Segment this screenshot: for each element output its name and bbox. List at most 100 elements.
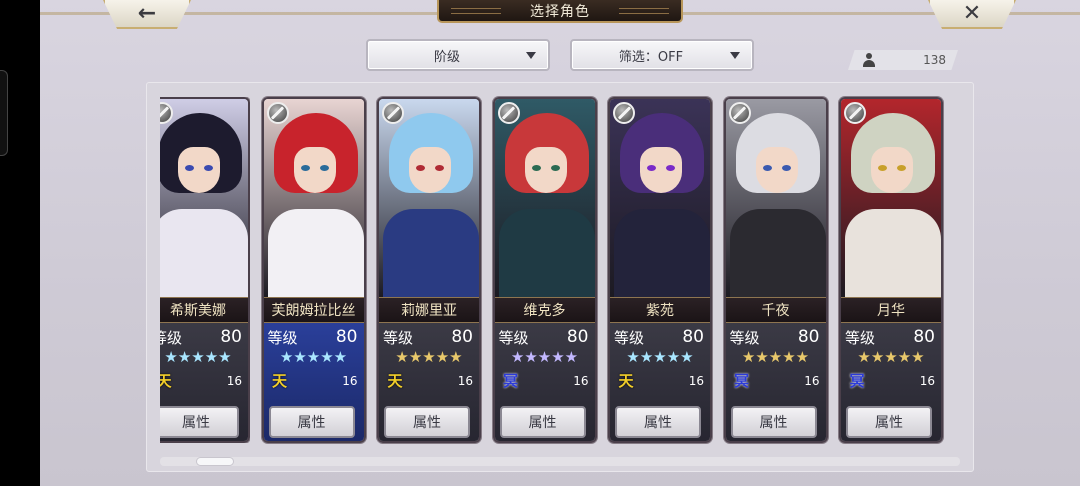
portrait-body [498,209,595,299]
rarity-stars: ★★★★★ [279,348,348,366]
character-portrait[interactable] [379,99,479,299]
scrollbar-track[interactable] [160,457,960,466]
level-value: 80 [335,327,358,347]
attributes-button[interactable]: 属性 [730,406,817,438]
level-label: 等级 [845,329,876,347]
sword-icon [266,102,289,124]
sword-icon [844,102,866,124]
attributes-button[interactable]: 属性 [499,406,586,438]
rarity-stars: ★★★★★ [857,348,925,366]
portrait-body [614,209,710,299]
portrait-face [524,147,567,193]
portrait-body [267,209,364,299]
character-card[interactable]: 紫苑 等级 80 ★★★★★ 天 16 属性 [608,97,712,443]
sword-icon [728,102,751,124]
level-row: 等级 80 [614,327,704,348]
level-label: 等级 [729,329,760,347]
character-card[interactable]: 月华 等级 80 ★★★★★ 冥 16 属性 [839,97,943,443]
level-label: 等级 [614,329,645,347]
element-icon: 冥 [849,371,865,390]
sword-icon [497,102,520,124]
portrait-face [640,147,682,193]
element-row: 天 16 [616,372,704,390]
level-row: 等级 80 [845,327,935,348]
cost-value: 16 [688,374,704,388]
portrait-eye [531,165,541,171]
portrait-eye [878,165,887,171]
game-screen: ← 选择角色 ✕ 阶级 筛选：OFF 138 希斯美娜 等级 80 ★★★★★ … [0,0,1080,486]
portrait-eye [319,165,329,171]
element-row: 冥 16 [847,372,935,390]
attributes-button[interactable]: 属性 [615,406,701,438]
scrollbar-thumb[interactable] [196,457,234,466]
level-row: 等级 80 [152,327,242,348]
sword-icon [613,102,635,124]
character-card-list: 希斯美娜 等级 80 ★★★★★ 天 16 属性 芙朗姆拉比丝 等级 80 ★★… [0,0,1080,486]
sword-icon [160,102,173,124]
element-row: 天 16 [385,372,473,390]
portrait-eye [762,165,772,171]
portrait-body [729,209,826,299]
character-card[interactable]: 维克多 等级 80 ★★★★★ 冥 16 属性 [492,97,597,443]
element-row: 冥 16 [501,372,589,390]
character-name: 芙朗姆拉比丝 [263,297,364,323]
portrait-face [871,147,913,193]
element-icon: 冥 [733,371,749,390]
attributes-button[interactable]: 属性 [160,406,239,438]
level-label: 等级 [383,329,414,347]
character-stats: 等级 80 ★★★★★ 天 16 属性 [379,323,479,441]
character-card[interactable]: 芙朗姆拉比丝 等级 80 ★★★★★ 天 16 属性 [261,97,366,443]
character-portrait[interactable] [841,99,941,299]
character-portrait[interactable] [263,99,364,299]
cost-value: 16 [457,374,473,388]
character-name: 月华 [841,297,941,323]
attributes-button[interactable]: 属性 [268,406,355,438]
rarity-stars: ★★★★★ [164,348,232,366]
portrait-face [293,147,336,193]
portrait-eye [185,165,194,171]
cost-value: 16 [804,374,820,388]
character-stats: 等级 80 ★★★★★ 天 16 属性 [263,323,364,441]
level-row: 等级 80 [383,327,473,348]
rarity-stars: ★★★★★ [626,348,694,366]
character-stats: 等级 80 ★★★★★ 冥 16 属性 [841,323,941,441]
sword-icon [382,102,404,124]
element-icon: 天 [271,371,287,390]
character-portrait[interactable] [494,99,595,299]
character-portrait[interactable] [725,99,826,299]
character-name: 维克多 [494,297,595,323]
level-label: 等级 [267,329,298,347]
portrait-body [160,209,248,299]
level-label: 等级 [498,329,529,347]
portrait-eye [416,165,425,171]
element-row: 冥 16 [732,372,820,390]
portrait-eye [300,165,310,171]
attributes-button[interactable]: 属性 [384,406,470,438]
portrait-face [178,147,220,193]
character-name: 紫苑 [610,297,710,323]
portrait-eye [781,165,791,171]
portrait-eye [666,165,675,171]
portrait-face [409,147,451,193]
character-stats: 等级 80 ★★★★★ 冥 16 属性 [725,323,826,441]
attributes-button[interactable]: 属性 [846,406,932,438]
portrait-eye [647,165,656,171]
character-stats: 等级 80 ★★★★★ 冥 16 属性 [494,323,595,441]
portrait-body [845,209,941,299]
portrait-eye [897,165,906,171]
character-stats: 等级 80 ★★★★★ 天 16 属性 [610,323,710,441]
character-card[interactable]: 希斯美娜 等级 80 ★★★★★ 天 16 属性 [152,97,250,443]
character-card[interactable]: 莉娜里亚 等级 80 ★★★★★ 天 16 属性 [377,97,481,443]
portrait-face [755,147,798,193]
cost-value: 16 [342,374,358,388]
level-row: 等级 80 [730,327,820,348]
character-portrait[interactable] [610,99,710,299]
rarity-stars: ★★★★★ [395,348,463,366]
level-value: 80 [682,327,704,347]
cost-value: 16 [226,374,242,388]
character-card[interactable]: 千夜 等级 80 ★★★★★ 冥 16 属性 [723,97,828,443]
level-label: 等级 [152,329,183,347]
character-portrait[interactable] [160,99,248,299]
level-value: 80 [451,327,473,347]
cost-value: 16 [919,374,935,388]
